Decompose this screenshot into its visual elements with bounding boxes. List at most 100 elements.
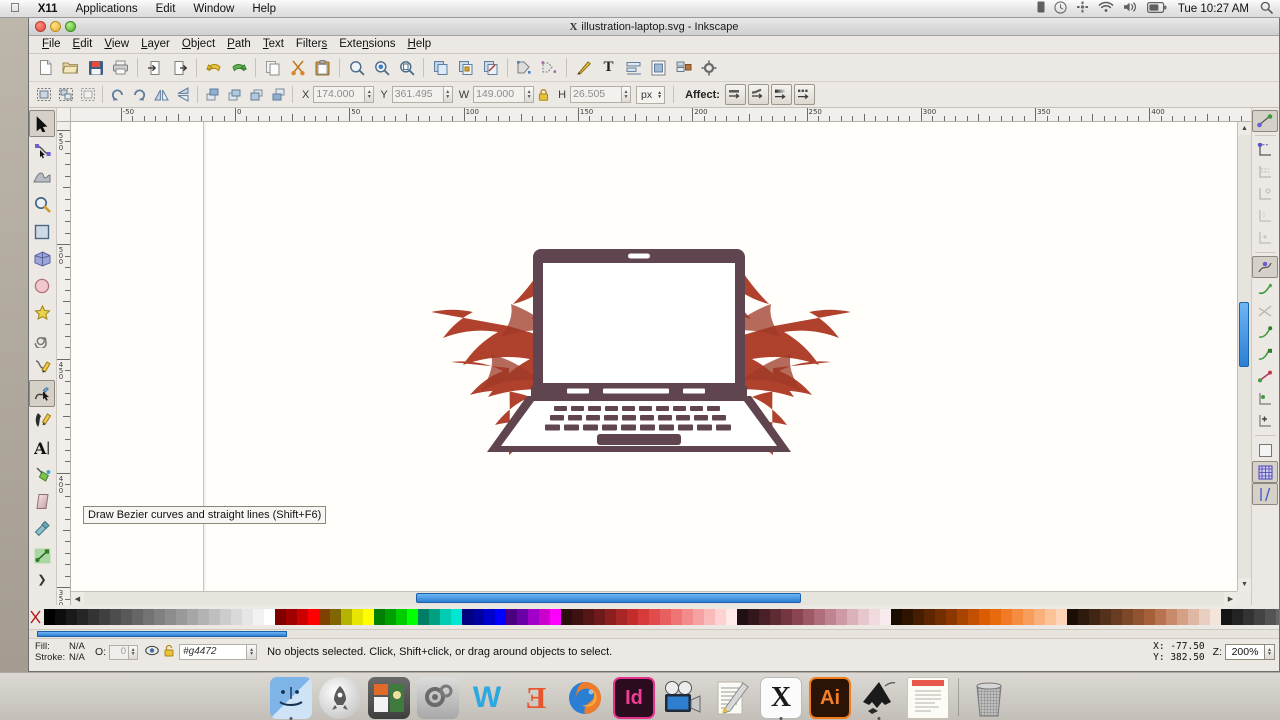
menu-path[interactable]: Path [221,36,257,53]
color-swatch[interactable] [451,609,462,625]
rectangle-tool[interactable] [29,218,55,245]
color-swatch[interactable] [1100,609,1111,625]
menu-help[interactable]: Help [402,36,438,53]
color-swatch[interactable] [891,609,902,625]
color-swatch[interactable] [176,609,187,625]
color-swatch[interactable] [286,609,297,625]
color-swatch[interactable] [1034,609,1045,625]
wifi-icon[interactable] [1098,1,1114,16]
w-spinner[interactable]: ▲ ▼ [525,86,535,103]
group-icon[interactable] [512,56,537,80]
color-swatch[interactable] [550,609,561,625]
color-swatch[interactable] [1177,609,1188,625]
flip-horizontal-icon[interactable] [150,84,172,106]
battery-charge-icon[interactable] [1146,1,1167,16]
color-swatch[interactable] [704,609,715,625]
color-swatch[interactable] [1243,609,1254,625]
color-swatch[interactable] [330,609,341,625]
snap-bbox-center[interactable] [1252,227,1278,249]
horizontal-scrollbar[interactable]: ◀ ▶ [71,591,1237,605]
dock-item-xquartz[interactable]: X [759,675,803,720]
scale-stroke-width-icon[interactable] [724,84,746,105]
snap-nodes[interactable] [1252,256,1278,278]
bluetooth-icon[interactable] [1076,1,1089,16]
color-swatch[interactable] [440,609,451,625]
color-swatch[interactable] [1265,609,1276,625]
color-swatch[interactable] [462,609,473,625]
color-swatch[interactable] [231,609,242,625]
color-swatch[interactable] [572,609,583,625]
color-swatch[interactable] [660,609,671,625]
color-swatch[interactable] [1045,609,1056,625]
menubar-item-help[interactable]: Help [243,0,285,18]
color-swatch[interactable] [594,609,605,625]
color-swatch[interactable] [341,609,352,625]
color-swatch[interactable] [693,609,704,625]
color-swatch[interactable] [517,609,528,625]
opacity-input[interactable]: 0 [109,644,130,660]
color-swatch[interactable] [1254,609,1265,625]
winged-laptop-illustration[interactable] [391,234,891,464]
unlink-clone-icon[interactable] [478,56,503,80]
preferences-icon[interactable] [696,56,721,80]
color-swatch[interactable] [671,609,682,625]
h-spinner[interactable]: ▲ ▼ [622,86,632,103]
paintbucket-tool[interactable] [29,461,55,488]
dock-item-microsoft-word[interactable]: W [465,675,509,719]
color-swatch[interactable] [1155,609,1166,625]
color-swatch[interactable] [110,609,121,625]
color-swatch[interactable] [407,609,418,625]
zoom-input[interactable]: 200% [1225,644,1265,660]
export-icon[interactable] [167,56,192,80]
layer-visible-icon[interactable] [145,645,159,659]
color-swatch[interactable] [561,609,572,625]
y-input[interactable]: 361.495 [391,86,444,103]
dock-item-textedit[interactable] [710,675,754,719]
document-properties-icon[interactable] [646,56,671,80]
redo-icon[interactable] [226,56,251,80]
color-swatch[interactable] [726,609,737,625]
color-swatch[interactable] [1188,609,1199,625]
text-tool-icon[interactable]: T [596,56,621,80]
zoom-drawing-icon[interactable] [369,56,394,80]
menu-filters[interactable]: Filters [290,36,333,53]
color-swatch[interactable] [242,609,253,625]
snap-bbox-edge[interactable] [1252,161,1278,183]
color-swatch-list[interactable] [44,609,1279,625]
color-swatch[interactable] [1001,609,1012,625]
pencil-tool[interactable] [29,353,55,380]
scroll-up-arrow[interactable]: ▲ [1238,122,1251,135]
selector-tool[interactable] [29,110,55,137]
opacity-spinner[interactable]: ▲ ▼ [129,644,139,660]
color-swatch[interactable] [363,609,374,625]
dropper-tool[interactable] [29,515,55,542]
print-document-icon[interactable] [108,56,133,80]
color-swatch[interactable] [165,609,176,625]
color-swatch[interactable] [638,609,649,625]
color-swatch[interactable] [616,609,627,625]
color-swatch[interactable] [847,609,858,625]
current-layer-name[interactable]: #g4472 [179,644,248,660]
menu-file[interactable]: File [36,36,67,53]
rotate-ccw-icon[interactable] [106,84,128,106]
color-swatch[interactable] [1056,609,1067,625]
y-spinner[interactable]: ▲ ▼ [443,86,453,103]
color-swatch[interactable] [275,609,286,625]
menubar-item-applications[interactable]: Applications [67,0,147,18]
menu-edit[interactable]: Edit [67,36,99,53]
vertical-scrollbar[interactable]: ▲ ▼ [1237,122,1251,591]
color-swatch[interactable] [1276,609,1279,625]
color-swatch[interactable] [528,609,539,625]
menu-layer[interactable]: Layer [135,36,176,53]
node-tool[interactable] [29,137,55,164]
star-tool[interactable] [29,299,55,326]
tweak-tool[interactable] [29,164,55,191]
color-swatch[interactable] [264,609,275,625]
color-swatch[interactable] [935,609,946,625]
palette-scroll-thumb[interactable] [37,631,287,637]
color-swatch[interactable] [836,609,847,625]
open-document-icon[interactable] [58,56,83,80]
snap-bounding-box[interactable] [1252,139,1278,161]
lower-to-bottom-icon[interactable] [267,84,289,106]
color-swatch[interactable] [649,609,660,625]
